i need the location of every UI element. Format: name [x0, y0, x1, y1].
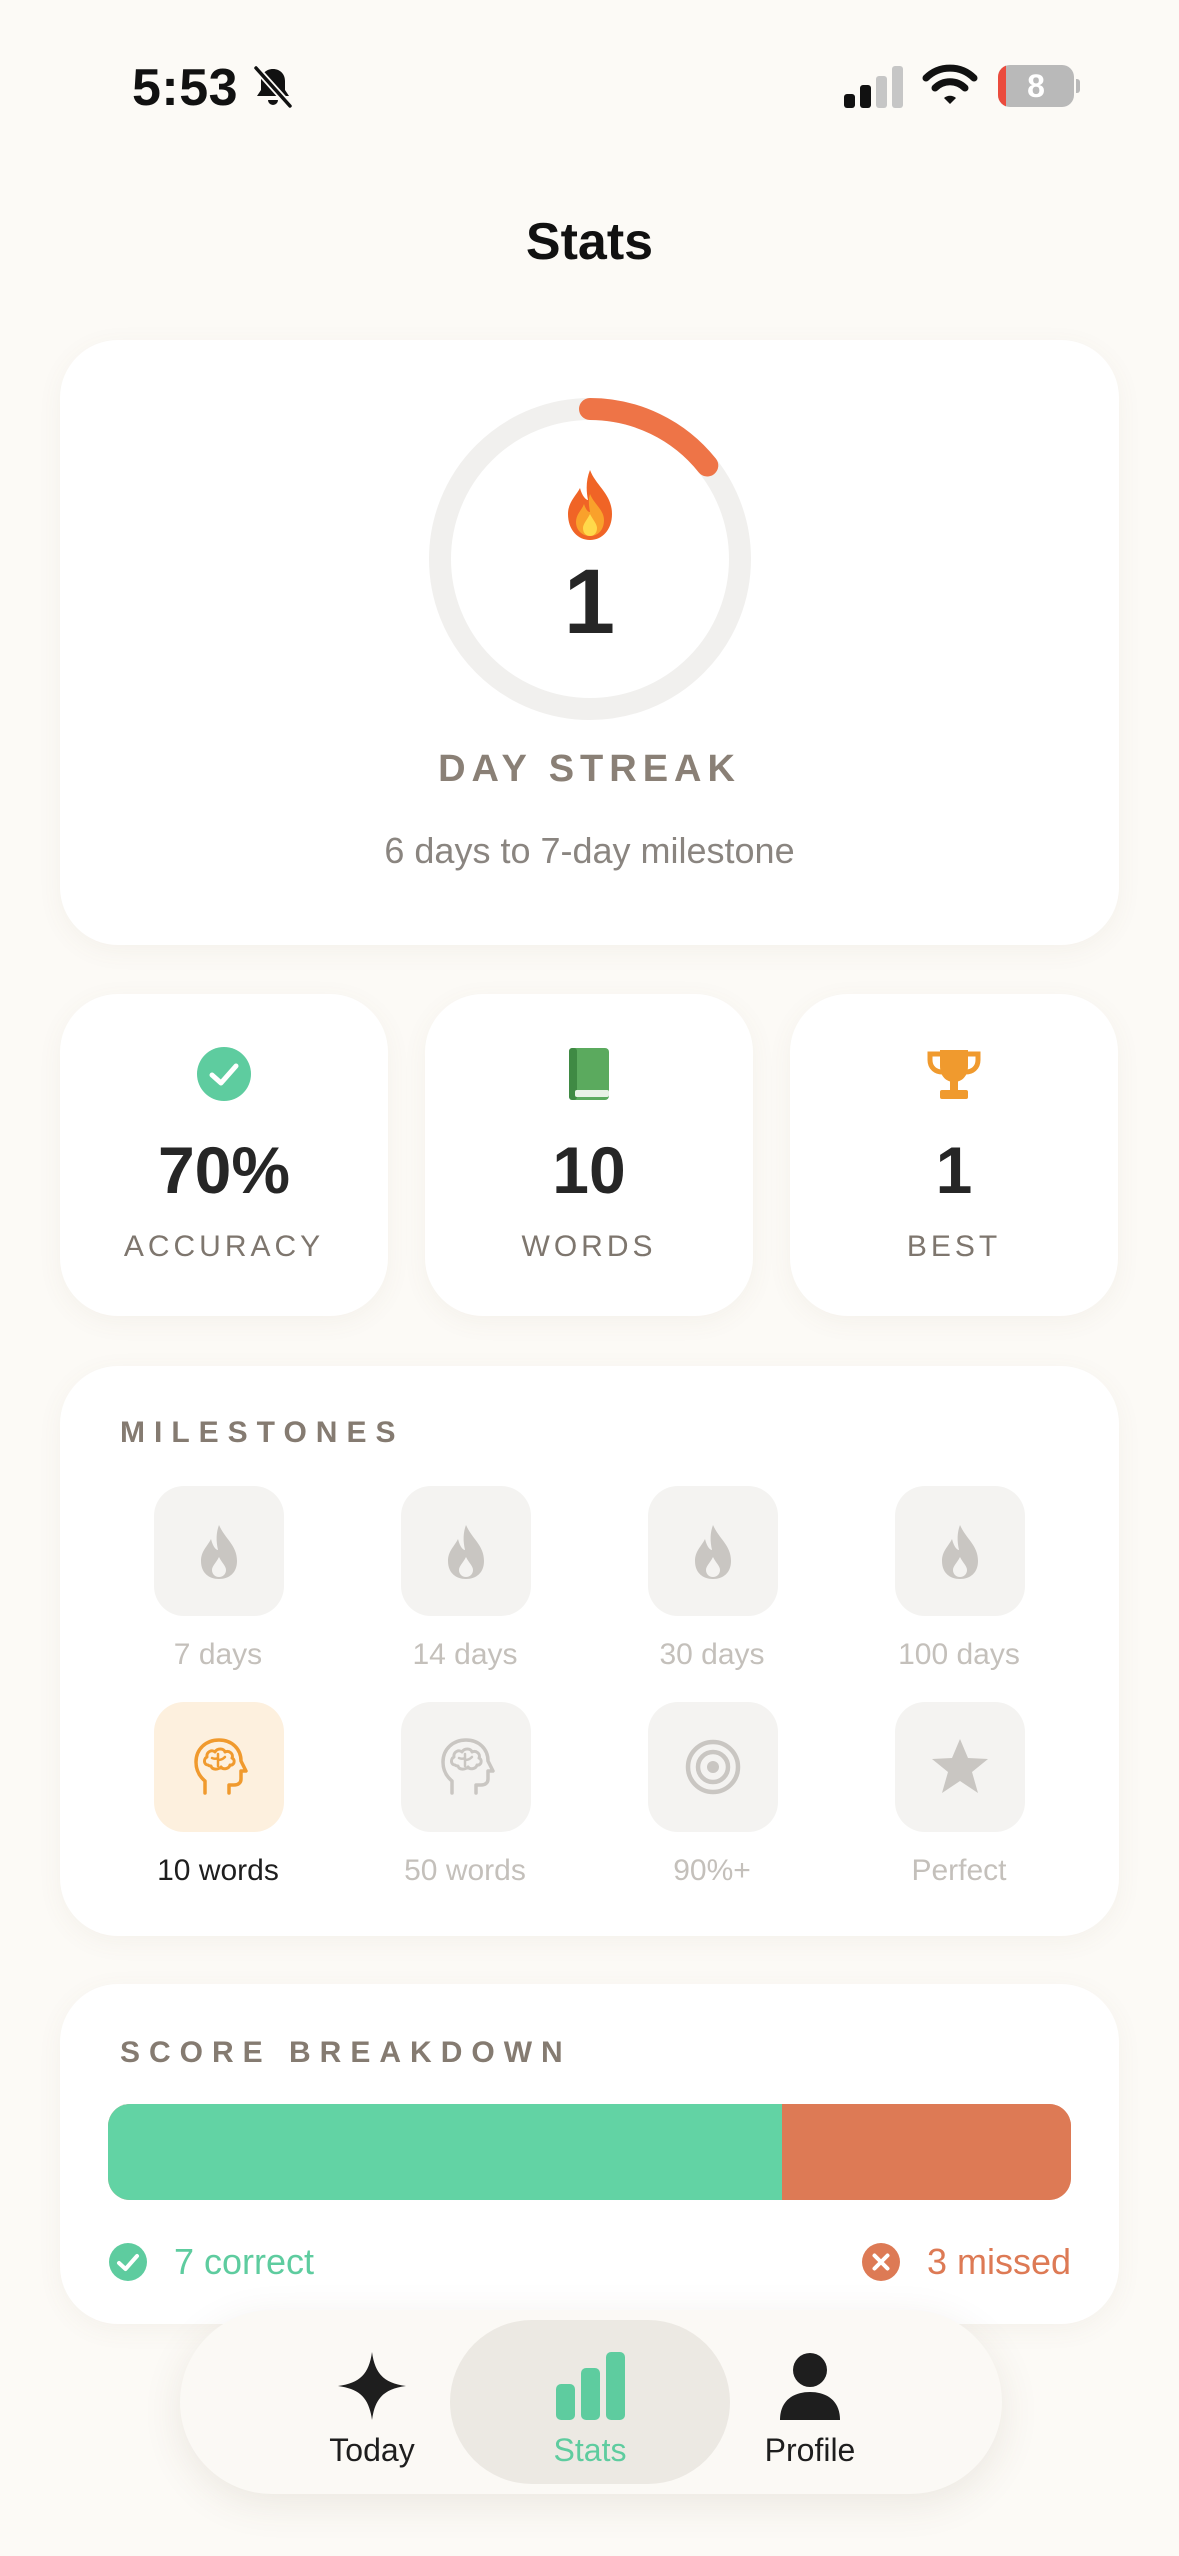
accuracy-label: ACCURACY [123, 1230, 325, 1263]
tab-bar: Today Stats Profile [180, 2310, 1002, 2494]
milestone-label: 30 days [659, 1638, 765, 1671]
cellular-signal-icon [844, 66, 903, 108]
flame-icon [568, 470, 612, 540]
score-breakdown-card: SCORE BREAKDOWN 7 correct 3 missed [60, 1984, 1119, 2324]
star-icon [932, 1739, 988, 1793]
flame-icon [695, 1525, 731, 1579]
milestone-50-words[interactable]: 50 words [365, 1702, 565, 1902]
streak-value: 1 [563, 551, 616, 653]
milestone-90-percent[interactable]: 90%+ [612, 1702, 812, 1902]
book-icon [569, 1048, 609, 1100]
check-circle-icon [109, 2243, 147, 2281]
milestone-label: 100 days [898, 1638, 1020, 1671]
milestone-label: 90%+ [673, 1854, 751, 1887]
milestone-14-days[interactable]: 14 days [365, 1486, 565, 1686]
milestone-label: 7 days [173, 1638, 263, 1671]
milestone-100-days[interactable]: 100 days [859, 1486, 1059, 1686]
wifi-icon [922, 64, 978, 104]
milestone-label: 10 words [157, 1854, 279, 1887]
streak-label: DAY STREAK [438, 748, 741, 790]
brain-head-icon [194, 1738, 248, 1795]
milestone-7-days[interactable]: 7 days [118, 1486, 318, 1686]
milestone-10-words[interactable]: 10 words [118, 1702, 318, 1902]
check-circle-icon [197, 1047, 251, 1101]
accuracy-card: 70% ACCURACY [60, 994, 388, 1316]
page-title: Stats [525, 213, 654, 271]
status-bar: 5:53 8 [0, 0, 1179, 175]
milestones-card: MILESTONES 7 days 14 days 30 days 100 da… [60, 1366, 1119, 1936]
words-value: 10 [552, 1133, 626, 1207]
trophy-icon [927, 1050, 981, 1099]
sparkle-icon [338, 2352, 406, 2420]
correct-count: 7 correct [174, 2241, 315, 2282]
milestone-30-days[interactable]: 30 days [612, 1486, 812, 1686]
score-breakdown-title: SCORE BREAKDOWN [120, 2036, 572, 2069]
person-icon [780, 2353, 840, 2420]
milestone-label: 14 days [412, 1638, 518, 1671]
milestones-title: MILESTONES [120, 1416, 405, 1449]
flame-icon [448, 1525, 484, 1579]
bar-chart-icon [556, 2352, 625, 2420]
score-bar-missed [782, 2104, 1071, 2200]
tab-profile[interactable]: Profile [670, 2320, 950, 2484]
streak-card: 1 DAY STREAK 6 days to 7-day milestone [60, 340, 1119, 945]
milestone-label: 50 words [404, 1854, 526, 1887]
battery-level: 8 [1027, 68, 1045, 104]
words-label: WORDS [521, 1230, 657, 1263]
correct-legend: 7 correct [108, 2240, 314, 2284]
milestone-label: Perfect [911, 1854, 1007, 1887]
x-circle-icon [861, 2243, 900, 2281]
tab-label: Profile [764, 2432, 856, 2468]
target-icon [685, 1739, 741, 1795]
accuracy-value: 70% [157, 1133, 291, 1207]
status-time: 5:53 [132, 59, 239, 117]
best-label: BEST [906, 1230, 1002, 1263]
battery-icon: 8 [998, 65, 1080, 107]
best-card: 1 BEST [790, 994, 1118, 1316]
milestone-perfect[interactable]: Perfect [859, 1702, 1059, 1902]
missed-count: 3 missed [926, 2241, 1071, 2282]
missed-legend: 3 missed [861, 2240, 1071, 2284]
flame-icon [942, 1525, 978, 1579]
score-bar [108, 2104, 1071, 2200]
bell-slash-icon [253, 65, 293, 109]
streak-subtitle: 6 days to 7-day milestone [384, 830, 795, 871]
score-bar-correct [108, 2104, 783, 2200]
brain-head-icon [441, 1738, 495, 1795]
flame-icon [201, 1525, 237, 1579]
words-card: 10 WORDS [425, 994, 753, 1316]
best-value: 1 [935, 1133, 973, 1207]
